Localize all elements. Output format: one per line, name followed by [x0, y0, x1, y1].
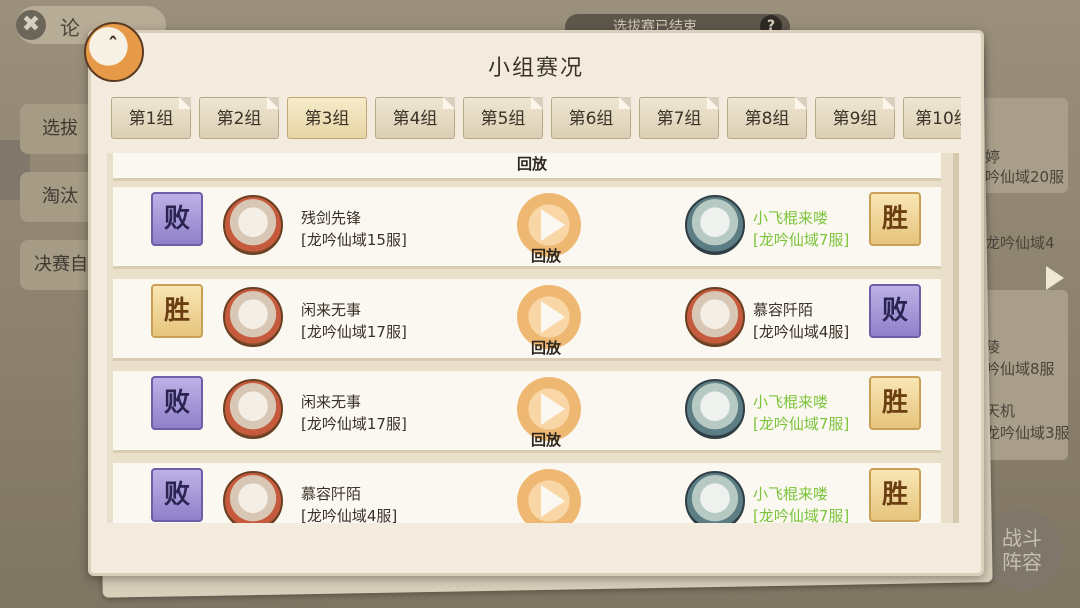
tab-group-6[interactable]: 第6组: [551, 97, 631, 139]
right-player-name: 慕容阡陌: [753, 301, 814, 319]
right-player-avatar[interactable]: [685, 379, 745, 439]
tab-corner-fold: [707, 97, 719, 109]
replay-label: 回放: [531, 339, 562, 357]
play-icon: [541, 209, 565, 241]
list-item: 败 残剑先锋 [龙吟仙域15服] 回放 小飞棍来喽 [龙吟仙域7服] 胜: [113, 187, 941, 269]
tab-label: 第8组: [744, 109, 790, 129]
tab-group-5[interactable]: 第5组: [463, 97, 543, 139]
left-player-name: 残剑先锋: [301, 209, 362, 227]
list-item: 败 闲来无事 [龙吟仙域17服] 回放 小飞棍来喽 [龙吟仙域7服] 胜: [113, 371, 941, 453]
list-scrollbar[interactable]: [953, 153, 959, 523]
play-icon: [541, 485, 565, 517]
left-player-server: [龙吟仙域17服]: [301, 323, 407, 341]
tab-group-4[interactable]: 第4组: [375, 97, 455, 139]
replay-button[interactable]: [517, 469, 581, 523]
group-match-modal: 小组赛况 第1组 第2组 第3组 第4组 第5组 第6组 第7组 第8组 第9组…: [88, 30, 984, 576]
battle-lineup-label: 战斗: [1002, 526, 1042, 550]
group-tabs: 第1组 第2组 第3组 第4组 第5组 第6组 第7组 第8组 第9组 第10组: [111, 97, 961, 143]
right-player-avatar[interactable]: [685, 195, 745, 255]
background-right-text: 龙吟仙域3服: [985, 424, 1070, 442]
left-player-server: [龙吟仙域15服]: [301, 231, 407, 249]
tab-label: 第10组: [915, 109, 961, 129]
right-player-avatar[interactable]: [685, 471, 745, 523]
tab-corner-fold: [179, 97, 191, 109]
left-player-avatar[interactable]: [223, 287, 283, 347]
tab-group-10[interactable]: 第10组: [903, 97, 961, 139]
battle-lineup-button[interactable]: 战斗 阵容: [982, 510, 1062, 590]
left-result-badge: 胜: [151, 284, 203, 338]
left-result-badge: 败: [151, 192, 203, 246]
left-player-avatar[interactable]: [223, 195, 283, 255]
right-player-server: [龙吟仙域7服]: [753, 415, 850, 433]
left-result-badge: 败: [151, 468, 203, 522]
battle-lineup-label: 阵容: [1002, 550, 1042, 574]
left-player-avatar[interactable]: [223, 379, 283, 439]
tab-corner-fold: [443, 97, 455, 109]
right-result-badge: 败: [869, 284, 921, 338]
left-player-name: 闲来无事: [301, 301, 362, 319]
left-player-server: [龙吟仙域4服]: [301, 507, 398, 523]
tab-corner-fold: [619, 97, 631, 109]
left-player-avatar[interactable]: [223, 471, 283, 523]
cat-mascot-face: ˆ: [108, 33, 118, 57]
tab-label: 第1组: [128, 109, 174, 129]
background-right-text: 吟仙域8服: [985, 360, 1055, 378]
close-icon[interactable]: ✖: [16, 10, 46, 40]
left-player-server: [龙吟仙域17服]: [301, 415, 407, 433]
tab-label: 第5组: [480, 109, 526, 129]
background-right-text: 龙吟仙域4: [985, 234, 1055, 252]
background-top-text: 论: [60, 16, 80, 40]
right-player-name: 小飞棍来喽: [753, 485, 829, 503]
list-item: 胜 闲来无事 [龙吟仙域17服] 回放 慕容阡陌 [龙吟仙域4服] 败: [113, 279, 941, 361]
tab-group-2[interactable]: 第2组: [199, 97, 279, 139]
modal-title: 小组赛况: [487, 56, 584, 81]
play-icon: [541, 301, 565, 333]
background-right-text: 婷: [985, 148, 1001, 166]
right-result-badge: 胜: [869, 468, 921, 522]
tab-label: 第3组: [304, 109, 350, 129]
right-result-badge: 胜: [869, 192, 921, 246]
tab-group-1[interactable]: 第1组: [111, 97, 191, 139]
tab-group-9[interactable]: 第9组: [815, 97, 895, 139]
tab-label: 第6组: [568, 109, 614, 129]
match-list[interactable]: 回放 败 残剑先锋 [龙吟仙域15服] 回放 小飞棍来喽 [龙吟仙域7服] 胜 …: [107, 153, 953, 523]
left-player-name: 慕容阡陌: [301, 485, 362, 503]
right-player-server: [龙吟仙域7服]: [753, 231, 850, 249]
right-player-name: 小飞棍来喽: [753, 209, 829, 227]
tab-label: 第2组: [216, 109, 262, 129]
right-player-server: [龙吟仙域4服]: [753, 323, 850, 341]
tab-corner-fold: [531, 97, 543, 109]
next-arrow-icon[interactable]: [1046, 266, 1064, 290]
tab-label: 第4组: [392, 109, 438, 129]
replay-label: 回放: [531, 247, 562, 265]
tab-label: 第7组: [656, 109, 702, 129]
tab-group-7[interactable]: 第7组: [639, 97, 719, 139]
left-player-name: 闲来无事: [301, 393, 362, 411]
list-item: 败 慕容阡陌 [龙吟仙域4服] 回放 小飞棍来喽 [龙吟仙域7服] 胜: [113, 463, 941, 523]
tab-corner-fold: [267, 97, 279, 109]
list-item-partial: 回放: [113, 153, 941, 181]
tab-group-8[interactable]: 第8组: [727, 97, 807, 139]
replay-label: 回放: [531, 521, 561, 523]
tab-label: 第9组: [832, 109, 878, 129]
tab-group-3[interactable]: 第3组: [287, 97, 367, 139]
tab-corner-fold: [883, 97, 895, 109]
left-result-badge: 败: [151, 376, 203, 430]
right-player-server: [龙吟仙域7服]: [753, 507, 850, 523]
right-player-avatar[interactable]: [685, 287, 745, 347]
right-player-name: 小飞棍来喽: [753, 393, 829, 411]
tab-corner-fold: [795, 97, 807, 109]
play-icon: [541, 393, 565, 425]
right-result-badge: 胜: [869, 376, 921, 430]
replay-label: 回放: [531, 431, 562, 449]
replay-label: 回放: [517, 155, 548, 173]
background-right-text: 吟仙域20服: [985, 168, 1065, 186]
